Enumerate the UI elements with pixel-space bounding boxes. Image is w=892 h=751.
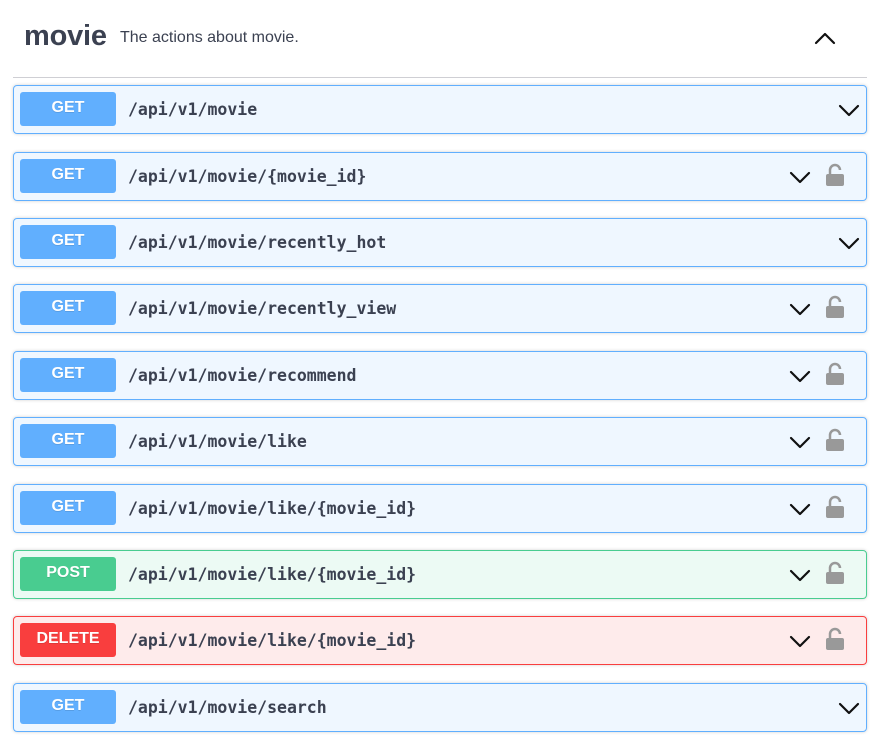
operation-row[interactable]: GET /api/v1/movie/search xyxy=(13,683,867,732)
method-badge: POST xyxy=(20,557,116,591)
chevron-down-icon[interactable] xyxy=(838,697,860,719)
operation-path: /api/v1/movie/like/{movie_id} xyxy=(128,565,417,584)
lock-icon[interactable] xyxy=(824,561,846,585)
method-badge: GET xyxy=(20,225,116,259)
operation-path: /api/v1/movie/like/{movie_id} xyxy=(128,631,417,650)
method-badge: GET xyxy=(20,159,116,193)
method-badge: GET xyxy=(20,291,116,325)
method-badge: GET xyxy=(20,358,116,392)
operation-path: /api/v1/movie/recently_hot xyxy=(128,233,387,252)
operation-row[interactable]: GET /api/v1/movie/recently_hot xyxy=(13,218,867,267)
method-badge: GET xyxy=(20,690,116,724)
operation-row[interactable]: DELETE /api/v1/movie/like/{movie_id} xyxy=(13,616,867,665)
chevron-down-icon[interactable] xyxy=(789,431,811,453)
operation-row[interactable]: POST /api/v1/movie/like/{movie_id} xyxy=(13,550,867,599)
operation-path: /api/v1/movie xyxy=(128,100,258,119)
operation-row[interactable]: GET /api/v1/movie/like/{movie_id} xyxy=(13,484,867,533)
lock-icon[interactable] xyxy=(824,627,846,651)
operation-path: /api/v1/movie/like/{movie_id} xyxy=(128,499,417,518)
swagger-tag-section: movie The actions about movie. GET /api/… xyxy=(0,0,892,751)
method-badge: GET xyxy=(20,92,116,126)
operation-path: /api/v1/movie/recommend xyxy=(128,366,357,385)
operation-row[interactable]: GET /api/v1/movie/recommend xyxy=(13,351,867,400)
lock-icon[interactable] xyxy=(824,362,846,386)
chevron-down-icon[interactable] xyxy=(789,630,811,652)
chevron-down-icon[interactable] xyxy=(789,498,811,520)
operation-row[interactable]: GET /api/v1/movie/like xyxy=(13,417,867,466)
operation-row[interactable]: GET /api/v1/movie/recently_view xyxy=(13,284,867,333)
tag-header[interactable]: movie The actions about movie. xyxy=(13,0,867,78)
chevron-down-icon[interactable] xyxy=(789,166,811,188)
lock-icon[interactable] xyxy=(824,495,846,519)
operation-row[interactable]: GET /api/v1/movie/{movie_id} xyxy=(13,152,867,201)
lock-icon[interactable] xyxy=(824,163,846,187)
chevron-down-icon[interactable] xyxy=(789,365,811,387)
lock-icon[interactable] xyxy=(824,295,846,319)
operation-path: /api/v1/movie/like xyxy=(128,432,307,451)
operation-path: /api/v1/movie/search xyxy=(128,698,327,717)
chevron-down-icon[interactable] xyxy=(838,232,860,254)
operation-path: /api/v1/movie/recently_view xyxy=(128,299,397,318)
method-badge: GET xyxy=(20,424,116,458)
tag-name[interactable]: movie xyxy=(24,20,107,53)
chevron-down-icon[interactable] xyxy=(789,564,811,586)
chevron-up-icon[interactable] xyxy=(813,26,837,50)
operation-row[interactable]: GET /api/v1/movie xyxy=(13,85,867,134)
tag-description: The actions about movie. xyxy=(120,29,299,46)
chevron-down-icon[interactable] xyxy=(838,99,860,121)
lock-icon[interactable] xyxy=(824,428,846,452)
operation-path: /api/v1/movie/{movie_id} xyxy=(128,167,367,186)
method-badge: GET xyxy=(20,491,116,525)
chevron-down-icon[interactable] xyxy=(789,298,811,320)
method-badge: DELETE xyxy=(20,623,116,657)
